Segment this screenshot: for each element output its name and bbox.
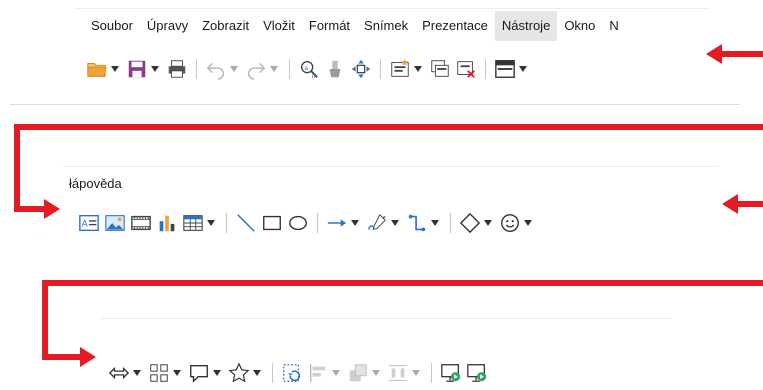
text-box-icon[interactable]: A xyxy=(76,210,102,236)
start-first-slide-icon[interactable] xyxy=(438,360,464,386)
toolbar-separator xyxy=(317,213,318,233)
transformations-icon[interactable] xyxy=(279,360,305,386)
find-replace-icon[interactable]: ad xyxy=(296,56,322,82)
open-folder-icon[interactable] xyxy=(84,56,110,82)
ellipse-icon[interactable] xyxy=(285,210,311,236)
connector-dropdown-chevron-icon[interactable] xyxy=(430,210,440,236)
flowchart-dropdown-chevron-icon[interactable] xyxy=(172,360,182,386)
symbol-shapes-smiley-icon[interactable] xyxy=(497,210,523,236)
delete-slide-icon[interactable] xyxy=(453,56,479,82)
clone-formatting-icon[interactable] xyxy=(322,56,348,82)
display-views-icon[interactable] xyxy=(492,56,518,82)
start-current-slide-icon[interactable] xyxy=(464,360,490,386)
connector-segment xyxy=(42,280,763,286)
toolbar-separator xyxy=(196,59,197,79)
toolbar-separator xyxy=(485,59,486,79)
panel-drawing-toolbar-part2 xyxy=(100,318,672,390)
standard-toolbar: ad xyxy=(74,49,532,89)
toolbar-separator xyxy=(289,59,290,79)
curve-dropdown-chevron-icon[interactable] xyxy=(390,210,400,236)
panel-menubar-standard-toolbar: Soubor Úpravy Zobrazit Vložit Formát Sní… xyxy=(74,8,710,92)
symbol-shapes-dropdown-chevron-icon[interactable] xyxy=(523,210,533,236)
chart-icon[interactable] xyxy=(154,210,180,236)
open-dropdown-chevron-icon[interactable] xyxy=(110,56,120,82)
undo-icon[interactable] xyxy=(203,56,229,82)
callouts-icon[interactable] xyxy=(186,360,212,386)
basic-shapes-dropdown-chevron-icon[interactable] xyxy=(483,210,493,236)
menu-napoveda[interactable]: łápověda xyxy=(62,169,129,199)
align-dropdown-chevron-icon[interactable] xyxy=(331,360,341,386)
duplicate-slide-icon[interactable] xyxy=(427,56,453,82)
svg-text:d: d xyxy=(312,73,316,80)
menu-snimek[interactable]: Snímek xyxy=(357,11,415,41)
connector-icon[interactable] xyxy=(404,210,430,236)
connector-segment xyxy=(14,206,46,212)
toolbar-separator xyxy=(226,213,227,233)
line-icon[interactable] xyxy=(233,210,259,236)
drawing-toolbar-2 xyxy=(100,353,490,390)
drawing-toolbar-1: A xyxy=(62,203,537,243)
print-icon[interactable] xyxy=(164,56,190,82)
menubar: Soubor Úpravy Zobrazit Vložit Formát Sní… xyxy=(74,9,710,43)
connector-segment xyxy=(42,280,48,360)
toolbar-separator xyxy=(272,363,273,383)
line-arrow-icon[interactable] xyxy=(324,210,350,236)
menu-nastroje[interactable]: Nástroje xyxy=(494,11,558,41)
menu-format[interactable]: Formát xyxy=(302,11,357,41)
svg-text:A: A xyxy=(82,219,89,229)
connector-segment xyxy=(14,124,763,130)
toolbar-separator xyxy=(431,363,432,383)
basic-shapes-diamond-icon[interactable] xyxy=(457,210,483,236)
save-dropdown-chevron-icon[interactable] xyxy=(150,56,160,82)
menubar-continued: łápověda xyxy=(62,167,182,201)
arrow-shaft xyxy=(736,201,763,207)
block-arrows-dropdown-chevron-icon[interactable] xyxy=(132,360,142,386)
toolbar-separator xyxy=(380,59,381,79)
display-views-dropdown-chevron-icon[interactable] xyxy=(518,56,528,82)
line-arrow-dropdown-chevron-icon[interactable] xyxy=(350,210,360,236)
redo-icon[interactable] xyxy=(243,56,269,82)
rectangle-icon[interactable] xyxy=(259,210,285,236)
arrow-shaft xyxy=(720,51,763,57)
undo-dropdown-chevron-icon[interactable] xyxy=(229,56,239,82)
connector-segment xyxy=(42,354,82,360)
section-divider xyxy=(10,104,740,105)
menu-napoveda-cut[interactable]: N xyxy=(602,11,625,41)
svg-text:a: a xyxy=(304,65,308,72)
distribute-dropdown-chevron-icon[interactable] xyxy=(411,360,421,386)
stars-icon[interactable] xyxy=(226,360,252,386)
arrow-head-right-icon xyxy=(80,347,96,367)
stars-dropdown-chevron-icon[interactable] xyxy=(252,360,262,386)
menu-vlozit[interactable]: Vložit xyxy=(256,11,302,41)
image-icon[interactable] xyxy=(102,210,128,236)
menu-prezentace[interactable]: Prezentace xyxy=(415,11,495,41)
arrange-icon[interactable] xyxy=(345,360,371,386)
block-arrows-icon[interactable] xyxy=(106,360,132,386)
redo-dropdown-chevron-icon[interactable] xyxy=(269,56,279,82)
arrange-dropdown-chevron-icon[interactable] xyxy=(371,360,381,386)
table-icon[interactable] xyxy=(180,210,206,236)
distribute-icon[interactable] xyxy=(385,360,411,386)
screenshot-collage: Soubor Úpravy Zobrazit Vložit Formát Sní… xyxy=(0,0,763,390)
arrow-head-right-icon xyxy=(44,199,60,219)
new-slide-dropdown-chevron-icon[interactable] xyxy=(413,56,423,82)
menu-zobrazit[interactable]: Zobrazit xyxy=(195,11,256,41)
table-dropdown-chevron-icon[interactable] xyxy=(206,210,216,236)
curve-icon[interactable] xyxy=(364,210,390,236)
save-icon[interactable] xyxy=(124,56,150,82)
align-icon[interactable] xyxy=(305,360,331,386)
pan-zoom-icon[interactable] xyxy=(348,56,374,82)
new-slide-icon[interactable] xyxy=(387,56,413,82)
menu-soubor[interactable]: Soubor xyxy=(84,11,140,41)
menu-upravy[interactable]: Úpravy xyxy=(140,11,195,41)
media-icon[interactable] xyxy=(128,210,154,236)
connector-segment xyxy=(14,124,20,212)
panel-drawing-toolbar-part1: łápověda A xyxy=(62,166,718,246)
menu-okno[interactable]: Okno xyxy=(557,11,602,41)
callouts-dropdown-chevron-icon[interactable] xyxy=(212,360,222,386)
flowchart-icon[interactable] xyxy=(146,360,172,386)
toolbar-separator xyxy=(450,213,451,233)
